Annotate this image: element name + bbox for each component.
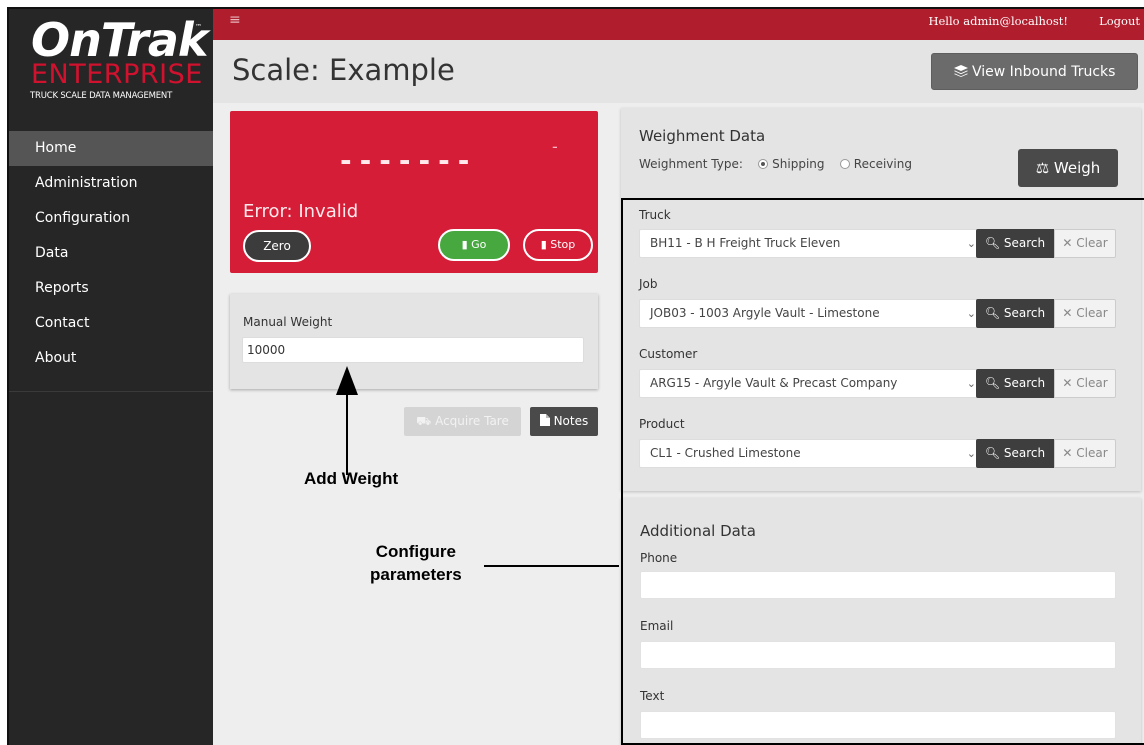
sidebar-item-about[interactable]: About <box>9 341 213 376</box>
truck-search-button[interactable]: 🔍︎ Search <box>976 229 1054 258</box>
go-label: Go <box>471 238 487 251</box>
truck-clear-button[interactable]: ✕ Clear <box>1054 229 1116 258</box>
top-bar: ≡ Hello admin@localhost! Logout <box>213 9 1144 40</box>
truck-select[interactable]: BH11 - B H Freight Truck Eleven ⌄ <box>639 229 985 258</box>
text-input[interactable] <box>640 711 1116 739</box>
sidebar-item-contact[interactable]: Contact <box>9 306 213 341</box>
app-frame: OnTrak ™ ENTERPRISE TRUCK SCALE DATA MAN… <box>7 7 1144 745</box>
logo-tagline: TRUCK SCALE DATA MANAGEMENT <box>30 91 173 101</box>
scale-weight-readout: ------- <box>340 144 478 177</box>
customer-clear-button[interactable]: ✕ Clear <box>1054 369 1116 398</box>
search-icon: 🔍︎ <box>984 446 1001 460</box>
weighment-data-panel: Weighment Data Weighment Type: Shipping … <box>621 108 1141 491</box>
plug-icon: ▮ <box>540 238 547 251</box>
product-clear-button[interactable]: ✕ Clear <box>1054 439 1116 468</box>
logout-link[interactable]: Logout <box>1099 14 1140 28</box>
job-search-button[interactable]: 🔍︎ Search <box>976 299 1054 328</box>
shipping-radio[interactable]: Shipping <box>758 157 825 171</box>
close-icon: ✕ <box>1062 376 1073 390</box>
truck-label: Truck <box>639 208 671 222</box>
close-icon: ✕ <box>1062 446 1073 460</box>
view-inbound-trucks-button[interactable]: View Inbound Trucks <box>931 53 1138 90</box>
logo[interactable]: OnTrak ™ ENTERPRISE TRUCK SCALE DATA MAN… <box>9 9 213 119</box>
balance-scale-icon: ⚖ <box>1035 159 1050 177</box>
radio-checked-icon <box>758 159 769 169</box>
chevron-down-icon: ⌄ <box>966 237 976 250</box>
additional-data-title: Additional Data <box>640 522 756 540</box>
sidebar-item-data[interactable]: Data <box>9 236 213 271</box>
scale-error-message: Error: Invalid <box>243 201 359 222</box>
annotation-arrow-line <box>346 391 348 475</box>
scale-status-indicator: - <box>552 137 558 156</box>
email-input[interactable] <box>640 641 1116 669</box>
close-icon: ✕ <box>1062 236 1073 250</box>
configure-line-1: Configure <box>375 542 456 561</box>
truck-icon: ⛟ <box>416 414 432 428</box>
annotation-pointer-line <box>484 565 619 567</box>
weighment-type-group: Weighment Type: Shipping Receiving <box>639 157 912 171</box>
weighment-type-label: Weighment Type: <box>639 157 743 171</box>
radio-unchecked-icon <box>839 159 850 169</box>
stop-button[interactable]: ▮ Stop <box>523 229 593 261</box>
manual-weight-input[interactable]: 10000 <box>242 337 584 363</box>
user-greeting[interactable]: Hello admin@localhost! <box>928 14 1068 28</box>
text-label: Text <box>640 689 665 703</box>
product-select[interactable]: CL1 - Crushed Limestone ⌄ <box>639 439 985 468</box>
receiving-radio[interactable]: Receiving <box>839 157 912 171</box>
phone-input[interactable] <box>640 571 1116 599</box>
sidebar-nav: Home Administration Configuration Data R… <box>9 131 213 376</box>
customer-select[interactable]: ARG15 - Argyle Vault & Precast Company ⌄ <box>639 369 985 398</box>
phone-label: Phone <box>640 551 678 565</box>
chevron-down-icon: ⌄ <box>966 307 976 320</box>
add-weight-annotation: Add Weight <box>304 469 399 488</box>
search-icon: 🔍︎ <box>984 376 1001 390</box>
configure-line-2: parameters <box>370 565 462 584</box>
close-icon: ✕ <box>1062 306 1073 320</box>
page-header: Scale: Example View Inbound Trucks <box>213 40 1144 103</box>
sidebar: OnTrak ™ ENTERPRISE TRUCK SCALE DATA MAN… <box>9 9 213 745</box>
sidebar-item-configuration[interactable]: Configuration <box>9 201 213 236</box>
page-title: Scale: Example <box>232 53 455 87</box>
plug-icon: ▮ <box>461 238 468 251</box>
scale-display-panel: - ------- Error: Invalid Zero ▮ Go ▮ Sto… <box>230 111 598 273</box>
view-inbound-trucks-label: View Inbound Trucks <box>972 64 1116 80</box>
product-label: Product <box>639 417 685 431</box>
configure-parameters-annotation: Configure parameters <box>370 540 462 586</box>
email-label: Email <box>640 619 674 633</box>
weigh-label: Weigh <box>1053 159 1101 177</box>
weighment-data-title: Weighment Data <box>639 127 766 145</box>
acquire-tare-button[interactable]: ⛟ Acquire Tare <box>404 407 521 436</box>
manual-weight-panel: Manual Weight 10000 <box>230 294 598 389</box>
weigh-button[interactable]: ⚖ Weigh <box>1018 149 1118 187</box>
go-button[interactable]: ▮ Go <box>438 229 510 261</box>
additional-data-panel: Additional Data Phone Email Text <box>621 498 1141 745</box>
hamburger-menu-icon[interactable]: ≡ <box>229 12 241 28</box>
sidebar-item-administration[interactable]: Administration <box>9 166 213 201</box>
sidebar-item-home[interactable]: Home <box>9 131 213 166</box>
zero-button[interactable]: Zero <box>243 230 311 262</box>
product-search-button[interactable]: 🔍︎ Search <box>976 439 1054 468</box>
logo-trademark: ™ <box>195 23 202 31</box>
stop-label: Stop <box>550 238 576 251</box>
document-icon <box>539 414 554 428</box>
search-icon: 🔍︎ <box>984 306 1001 320</box>
customer-label: Customer <box>639 347 698 361</box>
notes-label: Notes <box>553 414 589 428</box>
job-select[interactable]: JOB03 - 1003 Argyle Vault - Limestone ⌄ <box>639 299 985 328</box>
notes-button[interactable]: Notes <box>530 407 598 436</box>
sidebar-item-reports[interactable]: Reports <box>9 271 213 306</box>
customer-search-button[interactable]: 🔍︎ Search <box>976 369 1054 398</box>
acquire-tare-label: Acquire Tare <box>435 414 509 428</box>
logo-sub-text: ENTERPRISE <box>31 59 203 90</box>
layers-icon <box>953 64 972 80</box>
chevron-down-icon: ⌄ <box>966 377 976 390</box>
manual-weight-label: Manual Weight <box>243 315 333 329</box>
job-label: Job <box>639 277 658 291</box>
job-clear-button[interactable]: ✕ Clear <box>1054 299 1116 328</box>
sidebar-divider <box>9 391 213 392</box>
chevron-down-icon: ⌄ <box>966 447 976 460</box>
search-icon: 🔍︎ <box>984 236 1001 250</box>
